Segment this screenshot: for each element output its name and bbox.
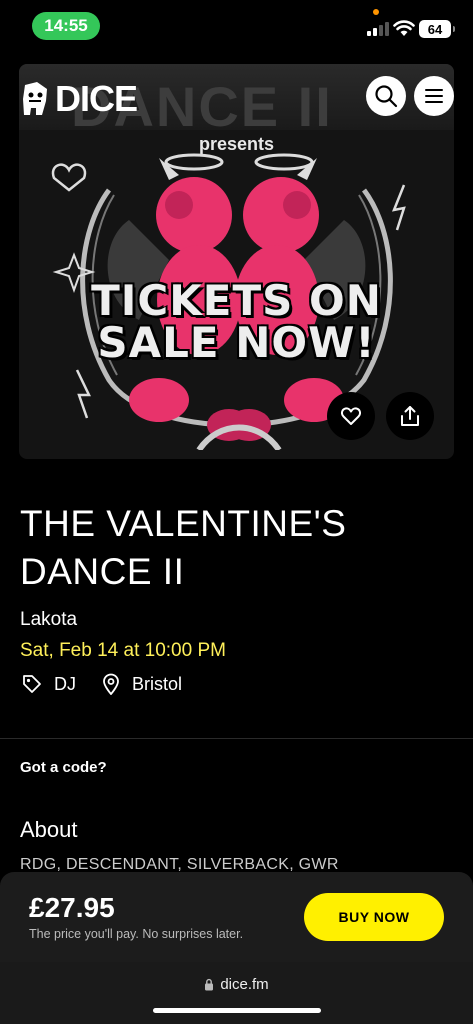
location-tag[interactable]: Bristol <box>102 673 182 695</box>
tag-icon <box>23 675 41 693</box>
location-pin-icon <box>103 673 119 695</box>
section-divider <box>0 738 473 739</box>
wifi-icon <box>393 20 415 36</box>
browser-url-bar[interactable]: dice.fm <box>0 962 473 1024</box>
event-venue[interactable]: Lakota <box>20 609 77 631</box>
status-time: 14:55 <box>32 12 100 40</box>
about-heading: About <box>20 817 78 842</box>
event-tags: DJ Bristol <box>22 673 208 695</box>
battery-icon: 64 <box>419 20 455 38</box>
logo-text: DICE <box>55 78 138 119</box>
share-button[interactable] <box>386 392 434 440</box>
dice-logo[interactable]: DICE <box>19 78 138 120</box>
privacy-indicator-dot <box>373 9 379 15</box>
poster-headline-line2: SALE NOW! <box>97 318 376 367</box>
url-display[interactable]: dice.fm <box>0 976 473 993</box>
menu-icon <box>425 89 443 103</box>
dice-mascot-icon <box>23 82 47 115</box>
search-icon <box>375 85 398 108</box>
purchase-bar: £27.95 The price you'll pay. No surprise… <box>0 872 473 962</box>
heart-icon <box>341 407 361 425</box>
event-title: THE VALENTINE'S DANCE II <box>20 503 347 592</box>
top-nav-bar: DICE <box>0 72 473 122</box>
buy-now-button[interactable]: BUY NOW <box>304 893 444 941</box>
favorite-button[interactable] <box>327 392 375 440</box>
genre-tag[interactable]: DJ <box>22 674 76 695</box>
got-a-code-link[interactable]: Got a code? <box>20 759 107 776</box>
ticket-price: £27.95 <box>29 892 115 923</box>
share-icon <box>401 406 419 426</box>
status-bar: 14:55 64 <box>0 0 473 54</box>
search-button[interactable] <box>366 76 406 116</box>
event-datetime: Sat, Feb 14 at 10:00 PM <box>20 640 226 661</box>
event-poster: DANCE II presents TICKETS ON SALE NOW! <box>19 64 454 459</box>
menu-button[interactable] <box>414 76 454 116</box>
price-note: The price you'll pay. No surprises later… <box>29 927 244 941</box>
lock-icon <box>205 978 214 991</box>
home-indicator[interactable] <box>153 1008 321 1013</box>
signal-icon <box>367 22 389 36</box>
genre-label: DJ <box>54 673 76 694</box>
url-text: dice.fm <box>220 976 269 993</box>
location-label: Bristol <box>132 673 183 694</box>
